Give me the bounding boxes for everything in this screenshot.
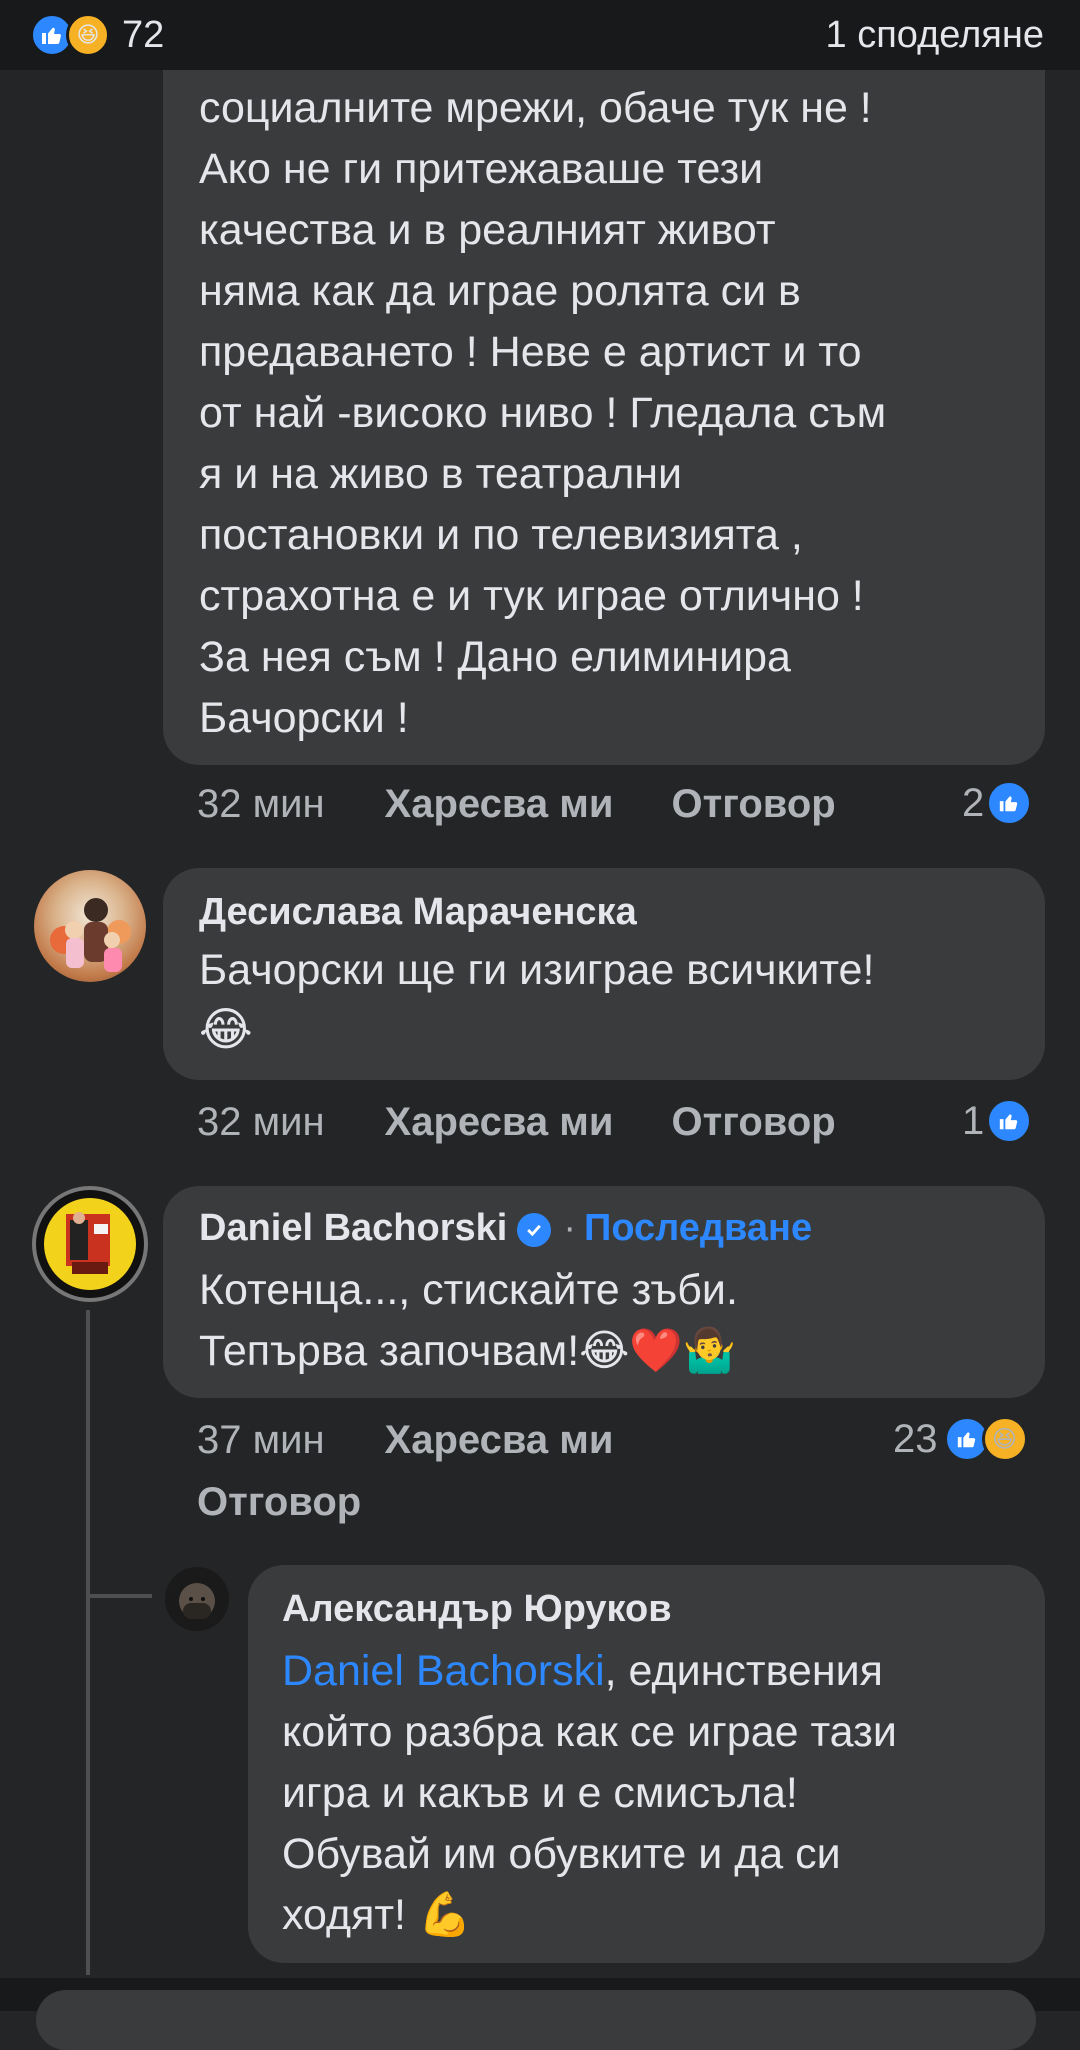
reply-text: Обувай им обувките и да си	[282, 1830, 841, 1878]
comment-time[interactable]: 32 мин	[197, 782, 325, 827]
comment-line: няма как да играе ролята си в	[199, 267, 801, 315]
comment-author[interactable]: Daniel Bachorski	[199, 1207, 507, 1249]
reactions-summary[interactable]: 😆 72	[30, 13, 164, 57]
comment-actions: 32 мин Харесва ми Отговор	[197, 1100, 836, 1145]
reply-author[interactable]: Александър Юруков	[282, 1585, 1011, 1633]
reply-action[interactable]: Отговор	[671, 782, 835, 827]
comment-input[interactable]	[36, 1990, 1036, 2050]
comment-line: социалните мрежи, обаче тук не !	[199, 84, 872, 132]
comment-line: Ако не ги притежаваше тези	[199, 145, 764, 193]
emoji-sequence: 😂❤️🤷‍♂️	[579, 1327, 737, 1375]
share-count[interactable]: 1 споделяне	[826, 14, 1044, 57]
avatar[interactable]	[32, 1186, 148, 1302]
like-action[interactable]: Харесва ми	[385, 1100, 614, 1145]
flexed-biceps-emoji: 💪	[417, 1891, 472, 1939]
reaction-count: 72	[122, 13, 165, 56]
reply-text-line1: Daniel Bachorski, единствения	[282, 1641, 1011, 1702]
reply-text: който разбра как се играе тази	[282, 1708, 897, 1756]
like-count-number: 1	[962, 1098, 985, 1143]
reply-text: игра и какъв и е смисъла!	[282, 1769, 798, 1817]
comment-bubble: социалните мрежи, обаче тук не ! Ако не …	[163, 70, 1045, 765]
laughing-face-icon: 😆	[66, 13, 110, 57]
like-count-number: 2	[962, 780, 985, 825]
avatar[interactable]	[34, 870, 146, 982]
reply-text: , единствения	[604, 1647, 883, 1695]
comment-text-line2: Тепърва започвам!😂❤️🤷‍♂️	[199, 1321, 1009, 1382]
thread-line	[86, 1310, 90, 1975]
laughing-emoji: 😂	[199, 1003, 253, 1055]
comment-like-count[interactable]: 1	[962, 1098, 1033, 1144]
follow-button[interactable]: Последване	[584, 1207, 812, 1249]
reply-action[interactable]: Отговор	[197, 1480, 361, 1525]
comment-author-row: Daniel Bachorski · Последване	[199, 1204, 1009, 1252]
comment-line: За нея съм ! Дано елиминира	[199, 633, 791, 681]
like-action[interactable]: Харесва ми	[385, 782, 614, 827]
comment-line: качества и в реалният живот	[199, 206, 776, 254]
comment-time[interactable]: 37 мин	[197, 1418, 325, 1463]
reply-bubble: Александър Юруков Daniel Bachorski, един…	[248, 1565, 1045, 1963]
like-count-number: 23	[893, 1416, 938, 1461]
comment-time[interactable]: 32 мин	[197, 1100, 325, 1145]
comment-text: Бачорски ще ги изиграе всичките!	[199, 946, 875, 994]
comment-text: Тепърва започвам!	[199, 1327, 580, 1375]
comment-like-count[interactable]: 2	[962, 780, 1033, 826]
comment-line: от най -високо ниво ! Гледала съм	[199, 389, 887, 437]
thread-connector	[86, 1594, 152, 1598]
comment-author[interactable]: Десислава Мараченска	[199, 888, 1009, 936]
comment-line: постановки и по телевизията ,	[199, 511, 803, 559]
reply-text-last: ходят! 💪	[282, 1885, 1011, 1946]
separator-dot: ·	[563, 1207, 576, 1249]
comment-line: предаването ! Неве е артист и то	[199, 328, 862, 376]
mention-link[interactable]: Daniel Bachorski	[282, 1647, 605, 1695]
comment-actions-wrap: Отговор	[197, 1480, 361, 1525]
comment-bubble: Десислава Мараченска Бачорски ще ги изиг…	[163, 868, 1045, 1080]
comment-line: я и на живо в театрални	[199, 450, 683, 498]
reply-text: ходят!	[282, 1891, 418, 1939]
comment-text: Котенца..., стискайте зъби.	[199, 1266, 738, 1314]
comment-bubble: Daniel Bachorski · Последване Котенца..., …	[163, 1186, 1045, 1398]
thumbs-up-icon	[986, 1098, 1033, 1144]
comment-like-count[interactable]: 23 😆	[893, 1416, 1028, 1462]
comment-actions: 37 мин Харесва ми	[197, 1418, 613, 1463]
verified-badge-icon	[517, 1212, 552, 1247]
like-action[interactable]: Харесва ми	[385, 1418, 614, 1463]
comment-actions: 32 мин Харесва ми Отговор	[197, 782, 836, 827]
comment-text: социалните мрежи, обаче тук не ! Ако не …	[199, 78, 1009, 749]
laughing-face-icon: 😆	[981, 1416, 1028, 1462]
comment-line: Бачорски !	[199, 694, 409, 742]
reactions-summary-bar: 😆 72 1 споделяне	[0, 0, 1080, 70]
reply-action[interactable]: Отговор	[671, 1100, 835, 1145]
avatar[interactable]	[165, 1567, 229, 1631]
thumbs-up-icon	[986, 780, 1033, 826]
comment-line: страхотна е и тук играе отлично !	[199, 572, 864, 620]
